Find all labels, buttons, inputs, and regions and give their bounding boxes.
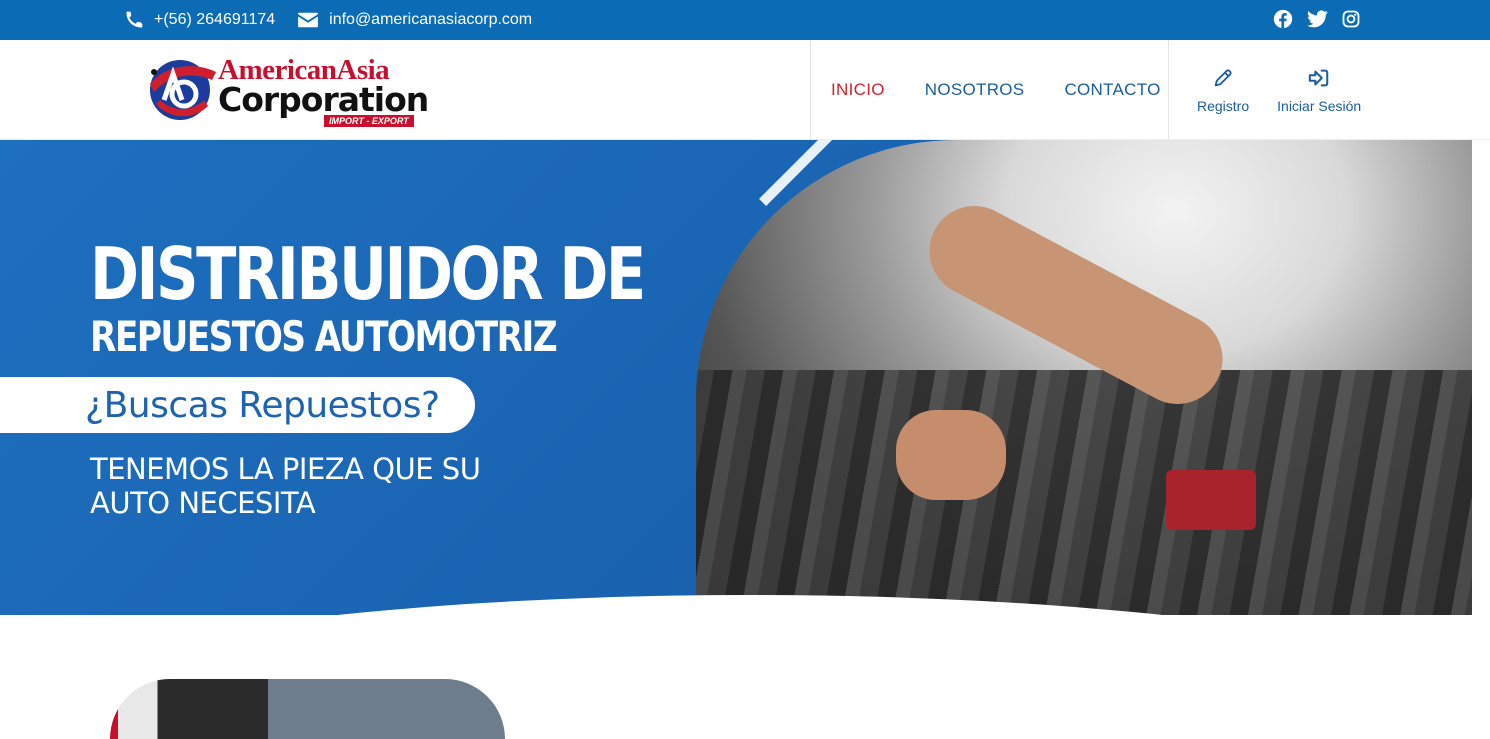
nav-item-nosotros[interactable]: NOSOTROS <box>925 80 1025 100</box>
mechanic-hand <box>896 410 1006 500</box>
logo-text-bottom: Corporation <box>218 80 429 119</box>
envelope-icon <box>297 11 319 29</box>
hero-tagline: TENEMOS LA PIEZA QUE SU AUTO NECESITA <box>90 452 481 520</box>
login-button[interactable]: Iniciar Sesión <box>1277 67 1361 114</box>
phone-number: +(56) 264691174 <box>154 11 276 28</box>
instagram-icon[interactable] <box>1340 8 1362 30</box>
top-bar: +(56) 264691174 info@americanasiacorp.co… <box>0 0 1490 40</box>
social-links <box>1272 8 1362 30</box>
email-address: info@americanasiacorp.com <box>329 11 533 28</box>
hero-question: ¿Buscas Repuestos? <box>85 384 440 426</box>
section-image-partial <box>110 679 505 739</box>
hero-tagline-line-1: TENEMOS LA PIEZA QUE SU <box>90 452 481 486</box>
hero-tagline-line-2: AUTO NECESITA <box>90 486 316 520</box>
pencil-icon <box>1212 67 1234 98</box>
sign-in-icon <box>1307 67 1331 98</box>
company-logo[interactable]: AmericanAsia Corporation IMPORT - EXPORT <box>146 52 429 130</box>
logo-tagline: IMPORT - EXPORT <box>324 115 414 127</box>
register-button[interactable]: Registro <box>1197 67 1249 114</box>
login-label: Iniciar Sesión <box>1277 97 1362 114</box>
engine-red-part <box>1166 470 1256 530</box>
globe-logo-icon <box>150 60 216 120</box>
phone-icon <box>124 10 144 30</box>
facebook-icon[interactable] <box>1272 8 1294 30</box>
hero-banner: DISTRIBUIDOR DE REPUESTOS AUTOMOTRIZ ¿Bu… <box>0 140 1472 615</box>
engine-bay <box>696 370 1472 615</box>
email-contact[interactable]: info@americanasiacorp.com <box>297 11 532 29</box>
nav-item-inicio[interactable]: INICIO <box>831 80 885 100</box>
hero-title: DISTRIBUIDOR DE <box>90 232 646 316</box>
hero-subtitle: REPUESTOS AUTOMOTRIZ <box>90 312 558 361</box>
register-label: Registro <box>1197 97 1250 114</box>
account-actions: Registro Iniciar Sesión <box>1168 40 1361 140</box>
twitter-icon[interactable] <box>1306 8 1328 30</box>
contact-info: +(56) 264691174 info@americanasiacorp.co… <box>124 0 544 40</box>
nav-item-contacto[interactable]: CONTACTO <box>1064 80 1160 100</box>
mechanic-engine-photo <box>696 140 1472 615</box>
phone-contact[interactable]: +(56) 264691174 <box>124 10 275 30</box>
hero-question-pill: ¿Buscas Repuestos? <box>0 377 475 433</box>
main-nav: INICIO NOSOTROS CONTACTO <box>810 40 1181 140</box>
site-header: AmericanAsia Corporation IMPORT - EXPORT… <box>0 40 1490 140</box>
